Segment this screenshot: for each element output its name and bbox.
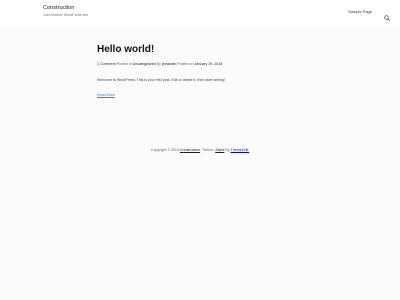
post-author-link[interactable]: jbmarwin (162, 62, 176, 66)
post-category-link[interactable]: Uncategorized (133, 62, 156, 66)
theme-link[interactable]: Zakra (215, 148, 224, 152)
search-icon[interactable] (384, 8, 390, 21)
posted-in-label: Posted in (116, 62, 132, 66)
nav-item-sample-page[interactable]: Sample Page (348, 9, 372, 14)
footer-by-label: By (225, 148, 230, 152)
post-meta: 1 Comment Posted in Uncategorized By jbm… (97, 62, 307, 67)
post-excerpt: Welcome to WordPress. This is your first… (97, 78, 225, 82)
site-header: Construction Just another WordPress site… (0, 0, 400, 27)
post-article: Hello world! 1 Comment Posted in Uncateg… (97, 44, 307, 101)
by-label: By (156, 62, 161, 66)
footer-credit: Copyright © 2018 Construction. Theme: Za… (0, 148, 400, 153)
site-title-link[interactable]: Construction (43, 5, 88, 12)
post-date-link[interactable]: January 29, 2018 (195, 62, 223, 66)
site-branding: Construction Just another WordPress site (43, 5, 88, 18)
main-navigation: Sample Page (348, 8, 390, 21)
theme-author-link[interactable]: ThemeGrill. (231, 148, 250, 152)
site-description: Just another WordPress site (43, 13, 89, 17)
posted-on-label: Posted on (177, 62, 194, 66)
read-more-link[interactable]: Read More (97, 93, 115, 98)
copyright-prefix: Copyright © 2018 (150, 148, 179, 152)
post-comments-link[interactable]: 1 Comment (97, 62, 116, 66)
footer-site-link[interactable]: Construction (180, 148, 200, 152)
page-body: Hello world! 1 Comment Posted in Uncateg… (0, 26, 400, 300)
post-title[interactable]: Hello world! (97, 44, 307, 56)
theme-label: . Theme: (200, 148, 215, 152)
